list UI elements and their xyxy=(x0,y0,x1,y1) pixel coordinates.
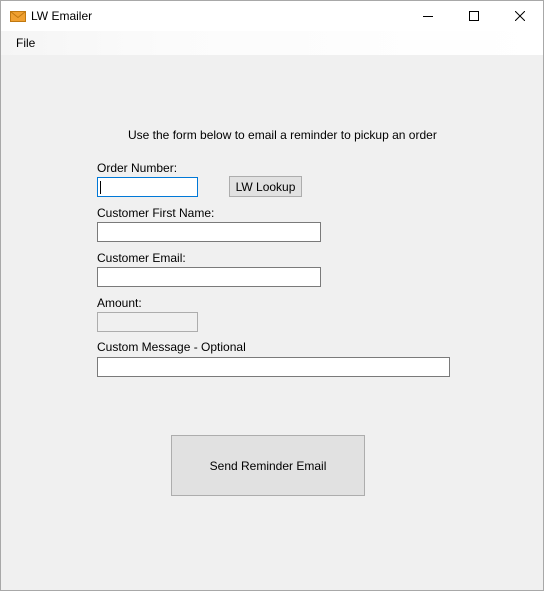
first-name-label: Customer First Name: xyxy=(97,206,215,220)
window-title: LW Emailer xyxy=(31,9,93,23)
first-name-input[interactable] xyxy=(97,222,321,242)
order-number-label: Order Number: xyxy=(97,161,178,175)
close-icon xyxy=(515,11,525,21)
app-window: LW Emailer File Use the form below to em… xyxy=(0,0,544,591)
maximize-button[interactable] xyxy=(451,1,497,31)
custom-message-input[interactable] xyxy=(97,357,450,377)
close-button[interactable] xyxy=(497,1,543,31)
instruction-text: Use the form below to email a reminder t… xyxy=(128,128,437,142)
order-number-input[interactable] xyxy=(97,177,198,197)
menu-bar: File xyxy=(1,31,543,55)
email-input[interactable] xyxy=(97,267,321,287)
custom-message-label: Custom Message - Optional xyxy=(97,340,246,354)
menu-file[interactable]: File xyxy=(16,36,35,50)
amount-input xyxy=(97,312,198,332)
minimize-button[interactable] xyxy=(405,1,451,31)
text-caret xyxy=(100,181,101,194)
title-bar[interactable]: LW Emailer xyxy=(1,1,543,31)
amount-label: Amount: xyxy=(97,296,142,310)
minimize-icon xyxy=(423,16,433,17)
email-label: Customer Email: xyxy=(97,251,186,265)
envelope-icon xyxy=(10,11,26,22)
lw-lookup-button[interactable]: LW Lookup xyxy=(229,176,302,197)
send-reminder-button[interactable]: Send Reminder Email xyxy=(171,435,365,496)
maximize-icon xyxy=(469,11,479,21)
